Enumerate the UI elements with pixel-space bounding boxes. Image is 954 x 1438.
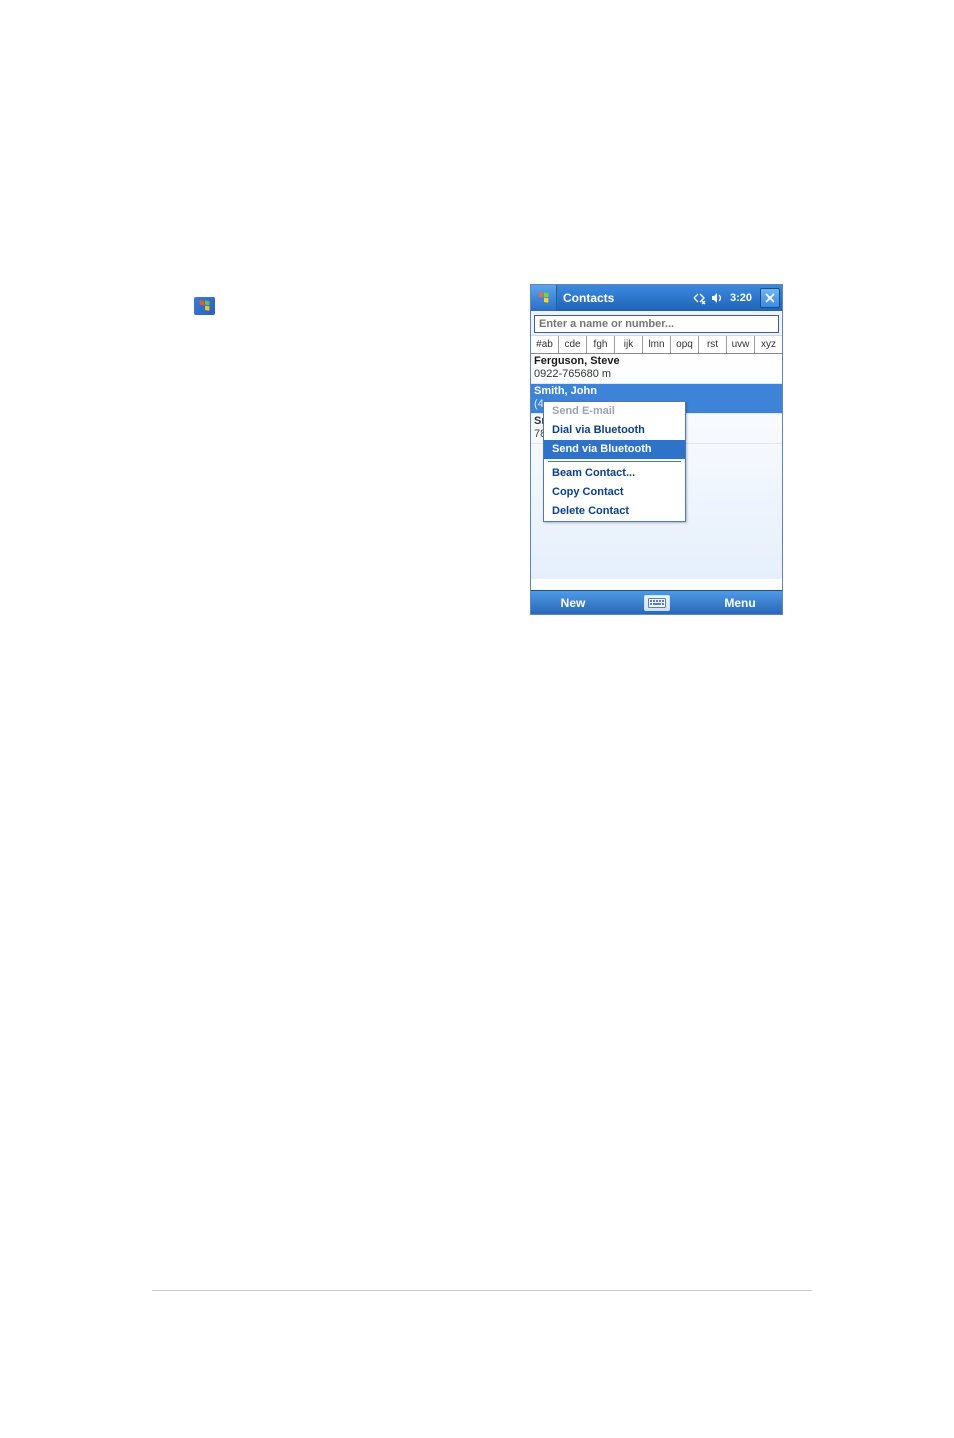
menu-button[interactable]: Menu xyxy=(698,596,782,610)
contact-sub: 0922-765680 m xyxy=(534,368,779,381)
connection-icon[interactable] xyxy=(692,291,706,305)
alphabet-bar: #ab cde fgh ijk lmn opq rst uvw xyz xyxy=(531,336,782,354)
contact-name: Smith, John xyxy=(534,385,779,398)
menu-item-send-email: Send E-mail xyxy=(544,402,685,421)
context-menu: Send E-mail Dial via Bluetooth Send via … xyxy=(543,401,686,522)
titlebar: Contacts 3:20 xyxy=(531,285,782,311)
contact-list[interactable]: Ferguson, Steve 0922-765680 m Smith, Joh… xyxy=(531,354,782,579)
clock-time: 3:20 xyxy=(728,292,754,304)
menu-item-send-bluetooth[interactable]: Send via Bluetooth xyxy=(544,440,685,459)
bottom-bar: New Menu xyxy=(531,590,782,614)
contact-row[interactable]: Ferguson, Steve 0922-765680 m xyxy=(531,354,782,384)
alpha-cell[interactable]: ijk xyxy=(615,336,643,353)
app-title: Contacts xyxy=(557,291,692,305)
sound-icon[interactable] xyxy=(710,291,724,305)
alpha-cell[interactable]: fgh xyxy=(587,336,615,353)
new-button[interactable]: New xyxy=(531,596,615,610)
page-rule xyxy=(152,1290,812,1291)
contact-name: Ferguson, Steve xyxy=(534,355,779,368)
menu-item-dial-bluetooth[interactable]: Dial via Bluetooth xyxy=(544,421,685,440)
system-tray: 3:20 xyxy=(692,288,782,308)
alpha-cell[interactable]: uvw xyxy=(727,336,755,353)
search-input[interactable] xyxy=(534,315,779,333)
device-screen: Contacts 3:20 #ab cde fgh ijk lmn opq rs… xyxy=(530,284,783,615)
menu-separator xyxy=(548,461,681,462)
keyboard-icon xyxy=(648,598,666,608)
start-button[interactable] xyxy=(531,285,557,311)
windows-small-icon xyxy=(194,297,215,315)
keyboard-button[interactable] xyxy=(644,595,670,611)
flag-icon xyxy=(537,291,551,305)
alpha-cell[interactable]: cde xyxy=(559,336,587,353)
alpha-cell[interactable]: xyz xyxy=(755,336,782,353)
close-icon xyxy=(765,293,775,303)
menu-item-copy-contact[interactable]: Copy Contact xyxy=(544,483,685,502)
search-row xyxy=(531,311,782,336)
flag-icon xyxy=(198,299,212,313)
close-button[interactable] xyxy=(760,288,780,308)
alpha-cell[interactable]: rst xyxy=(699,336,727,353)
menu-item-delete-contact[interactable]: Delete Contact xyxy=(544,502,685,521)
alpha-cell[interactable]: lmn xyxy=(643,336,671,353)
alpha-cell[interactable]: opq xyxy=(671,336,699,353)
alpha-cell[interactable]: #ab xyxy=(531,336,559,353)
menu-item-beam-contact[interactable]: Beam Contact... xyxy=(544,464,685,483)
